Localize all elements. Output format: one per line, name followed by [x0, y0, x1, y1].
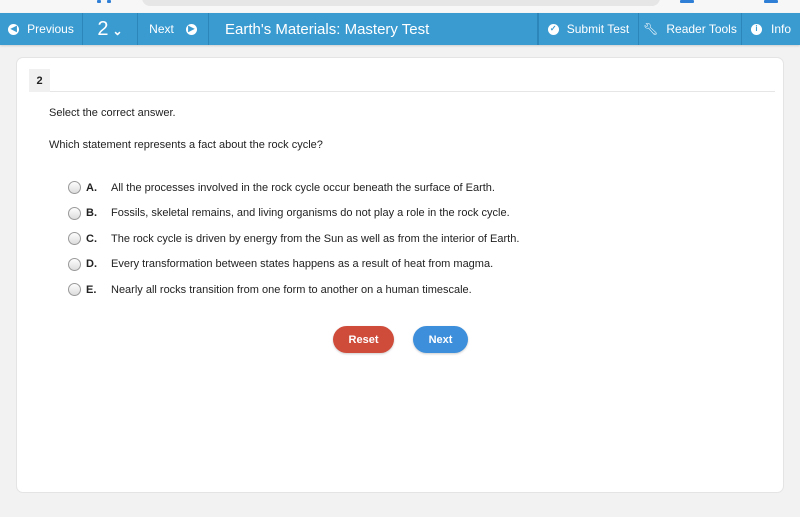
option-e[interactable]: E. Nearly all rocks transition from one …	[68, 277, 519, 303]
question-number: 2	[97, 17, 109, 40]
test-title: Earth's Materials: Mastery Test	[209, 13, 538, 45]
instruction-text: Select the correct answer.	[49, 107, 176, 119]
action-buttons: Reset Next	[333, 326, 468, 353]
chevron-down-icon: ⌄	[112, 24, 123, 38]
next-button[interactable]: Next	[413, 326, 468, 353]
option-b[interactable]: B. Fossils, skeletal remains, and living…	[68, 201, 519, 227]
option-d[interactable]: D. Every transformation between states h…	[68, 252, 519, 278]
radio-button[interactable]	[68, 257, 81, 271]
radio-button[interactable]	[68, 181, 81, 195]
submit-test-button[interactable]: ✓ Submit Test	[538, 13, 639, 45]
toolbar-icon	[97, 0, 101, 3]
option-letter: A.	[86, 181, 97, 194]
info-icon: i	[750, 23, 762, 35]
option-text: Fossils, skeletal remains, and living or…	[111, 207, 510, 220]
question-prompt: Which statement represents a fact about …	[49, 139, 323, 151]
question-number-badge: 2	[29, 69, 50, 92]
reader-tools-button[interactable]: 🔧︎ Reader Tools	[639, 13, 742, 45]
option-c[interactable]: C. The rock cycle is driven by energy fr…	[68, 226, 519, 252]
option-letter: E.	[86, 283, 97, 296]
info-button[interactable]: i Info	[742, 13, 800, 45]
previous-label: Previous	[27, 22, 74, 36]
option-letter: B.	[86, 207, 97, 220]
check-circle-icon: ✓	[547, 23, 559, 35]
arrow-right-circle-icon: ▶	[185, 23, 197, 35]
option-text: Nearly all rocks transition from one for…	[111, 283, 472, 296]
question-number-dropdown[interactable]: 2 ⌄	[83, 13, 138, 45]
option-a[interactable]: A. All the processes involved in the roc…	[68, 175, 519, 201]
wrench-icon: 🔧︎	[643, 22, 659, 36]
arrow-left-circle-icon: ◀	[8, 23, 20, 35]
option-text: The rock cycle is driven by energy from …	[111, 232, 520, 245]
info-label: Info	[770, 22, 791, 36]
option-text: All the processes involved in the rock c…	[111, 181, 495, 194]
option-text: Every transformation between states happ…	[111, 258, 494, 271]
radio-button[interactable]	[68, 206, 81, 220]
radio-button[interactable]	[68, 283, 81, 297]
test-navbar: ◀ Previous 2 ⌄ Next ▶ Earth's Materials:…	[0, 13, 800, 45]
previous-button[interactable]: ◀ Previous	[0, 13, 83, 45]
toolbar-icon[interactable]	[764, 0, 778, 3]
reader-tools-label: Reader Tools	[666, 22, 737, 36]
toolbar-icon	[107, 0, 111, 3]
reset-button[interactable]: Reset	[333, 326, 394, 353]
address-bar[interactable]	[142, 0, 660, 6]
answer-options: A. All the processes involved in the roc…	[68, 175, 519, 303]
next-nav-label: Next	[149, 22, 174, 36]
question-card: 2 Select the correct answer. Which state…	[16, 57, 784, 493]
option-letter: C.	[86, 232, 97, 245]
next-nav-button[interactable]: Next ▶	[138, 13, 209, 45]
option-letter: D.	[86, 258, 97, 271]
toolbar-icon[interactable]	[680, 0, 694, 3]
browser-top-strip	[0, 0, 800, 13]
radio-button[interactable]	[68, 232, 81, 246]
submit-label: Submit Test	[566, 22, 630, 36]
question-header: 2	[29, 69, 775, 92]
